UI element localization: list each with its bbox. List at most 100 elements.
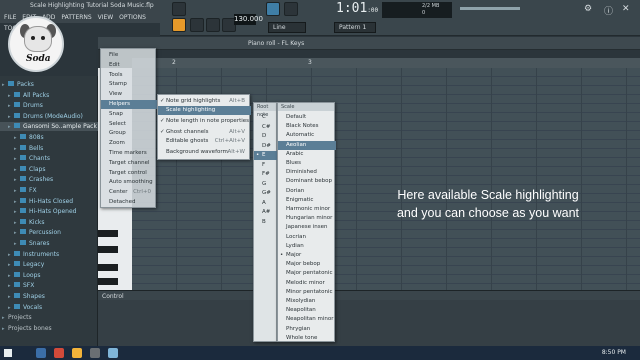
browser-item[interactable]: ▸ Packs <box>0 80 98 89</box>
browser-item[interactable]: ▸ Vocals <box>0 303 98 312</box>
browser-item[interactable]: ▸ 808s <box>0 133 98 142</box>
root-note-item[interactable]: G <box>254 180 278 189</box>
fl-studio-icon[interactable] <box>72 348 82 358</box>
event-editor[interactable] <box>98 300 640 346</box>
app-icon[interactable] <box>90 348 100 358</box>
browser-item[interactable]: ▸ Snares <box>0 239 98 248</box>
scale-item[interactable]: Automatic <box>278 131 336 140</box>
options-menu-item[interactable]: Tools <box>101 71 157 80</box>
scale-item[interactable]: Harmonic minor <box>278 205 336 214</box>
scale-item[interactable]: Dorian <box>278 187 336 196</box>
browser-item[interactable]: ▸ Projects <box>0 313 98 322</box>
browser-item[interactable]: ▸ Legacy <box>0 260 98 269</box>
root-note-item[interactable]: D <box>254 132 278 141</box>
menu-file[interactable]: FILE <box>4 12 16 23</box>
root-note-item[interactable]: F# <box>254 170 278 179</box>
black-key[interactable] <box>98 230 118 237</box>
metronome-button[interactable] <box>172 18 186 32</box>
browser-item[interactable]: ▸ FX <box>0 186 98 195</box>
snap-button[interactable] <box>284 2 298 16</box>
scale-item[interactable]: Whole tone <box>278 334 336 343</box>
browser-item[interactable]: ▸ Kicks <box>0 218 98 227</box>
browser-item[interactable]: ▸ Crashes <box>0 175 98 184</box>
browser-item[interactable]: ▸ Hi-Hats Closed <box>0 197 98 206</box>
browser-item[interactable]: ▸ Drums (ModeAudio) <box>0 112 98 121</box>
scale-item[interactable]: • Major <box>278 251 336 260</box>
options-menu-item[interactable]: Target channel <box>101 159 157 168</box>
options-menu-item[interactable]: Edit <box>101 61 157 70</box>
root-note-item[interactable]: C# <box>254 123 278 132</box>
scale-item[interactable]: Arabic <box>278 150 336 159</box>
scale-item[interactable]: Major pentatonic <box>278 269 336 278</box>
options-menu-item[interactable]: Group <box>101 129 157 138</box>
piano-roll-timeline[interactable]: 2 3 <box>132 58 640 68</box>
browser-icon[interactable] <box>54 348 64 358</box>
control-label[interactable]: Control <box>102 293 124 300</box>
root-note-item[interactable]: B <box>254 218 278 227</box>
scale-item[interactable]: Lydian <box>278 242 336 251</box>
root-note-item[interactable]: A# <box>254 208 278 217</box>
root-note-item[interactable]: D# <box>254 142 278 151</box>
options-menu-item[interactable]: Select <box>101 120 157 129</box>
options-menu-item[interactable]: Target control <box>101 169 157 178</box>
helpers-menu-item[interactable]: Scale highlighting <box>158 106 251 115</box>
root-note-item[interactable]: G# <box>254 189 278 198</box>
info-icon[interactable]: ⓘ <box>604 4 613 17</box>
black-key[interactable] <box>98 278 118 285</box>
browser-item[interactable]: ▸ Projects bones <box>0 324 98 333</box>
browser-item[interactable]: ▸ Hi-Hats Opened <box>0 207 98 216</box>
scale-item[interactable]: Hungarian minor <box>278 214 336 223</box>
windows-start-icon[interactable] <box>4 349 12 357</box>
app-icon[interactable] <box>108 348 118 358</box>
scale-item[interactable]: Enigmatic <box>278 196 336 205</box>
scale-item[interactable]: Blues <box>278 159 336 168</box>
root-note-item[interactable]: A <box>254 199 278 208</box>
options-menu-item[interactable]: File <box>101 51 157 60</box>
root-note-item[interactable]: C <box>254 113 278 122</box>
browser-item[interactable]: ▸ Chants <box>0 154 98 163</box>
browser-item[interactable]: ▸ Shapes <box>0 292 98 301</box>
options-menu-item[interactable]: Time markers <box>101 149 157 158</box>
helpers-menu-item[interactable]: Editable ghosts Ctrl+Alt+V <box>158 137 251 146</box>
browser-item[interactable]: ▸ Bells <box>0 144 98 153</box>
helpers-menu-item[interactable]: ✓ Ghost channels Alt+V <box>158 128 251 137</box>
helpers-menu-item[interactable]: Background waveform Alt+W <box>158 148 251 157</box>
scale-item[interactable]: Diminished <box>278 168 336 177</box>
options-menu-item[interactable]: Snap <box>101 110 157 119</box>
scale-item[interactable]: Locrian <box>278 233 336 242</box>
scale-item[interactable]: Dominant bebop <box>278 177 336 186</box>
black-key[interactable] <box>98 246 118 253</box>
options-menu-item[interactable]: View <box>101 90 157 99</box>
stop-button[interactable] <box>206 18 220 32</box>
browser-item[interactable]: ▸ Claps <box>0 165 98 174</box>
typing-keyboard-button[interactable] <box>266 2 280 16</box>
browser-item[interactable]: ▸ All Packs <box>0 91 98 100</box>
helpers-menu-item[interactable]: ✓ Note grid highlights Alt+B <box>158 97 251 106</box>
time-display[interactable]: 1:01:00 <box>336 1 378 16</box>
scale-item[interactable]: Major bebop <box>278 260 336 269</box>
bell-icon[interactable]: ⚙ <box>584 4 592 14</box>
scale-item[interactable]: Default <box>278 113 336 122</box>
scale-item[interactable]: Melodic minor <box>278 279 336 288</box>
scale-item[interactable]: Neapolitan <box>278 306 336 315</box>
pattern-selector[interactable]: Pattern 1 <box>334 22 376 33</box>
root-note-item[interactable]: • E <box>254 151 278 160</box>
explorer-icon[interactable] <box>36 348 46 358</box>
browser-item[interactable]: ▸ Percussion <box>0 228 98 237</box>
options-menu-item[interactable]: Helpers <box>101 100 157 109</box>
options-menu-item[interactable]: Auto smoothing <box>101 178 157 187</box>
black-key[interactable] <box>98 264 118 271</box>
options-menu-item[interactable]: Zoom <box>101 139 157 148</box>
scale-item[interactable]: Neapolitan minor <box>278 315 336 324</box>
menu-view[interactable]: VIEW <box>98 12 114 23</box>
browser-item[interactable]: ▸ Drums <box>0 101 98 110</box>
close-icon[interactable]: ✕ <box>622 4 630 14</box>
pattern-song-toggle[interactable] <box>172 2 186 16</box>
snap-selector[interactable]: Line <box>268 22 306 33</box>
scale-item[interactable]: Aeolian <box>278 140 336 150</box>
browser-item[interactable]: ▸ SFX <box>0 281 98 290</box>
browser-item[interactable]: ▸ Gansomi So..ample Pack <box>0 122 98 132</box>
scale-item[interactable]: Phrygian <box>278 325 336 334</box>
scale-item[interactable]: Japanese insen <box>278 223 336 232</box>
browser-item[interactable]: ▸ Loops <box>0 271 98 280</box>
